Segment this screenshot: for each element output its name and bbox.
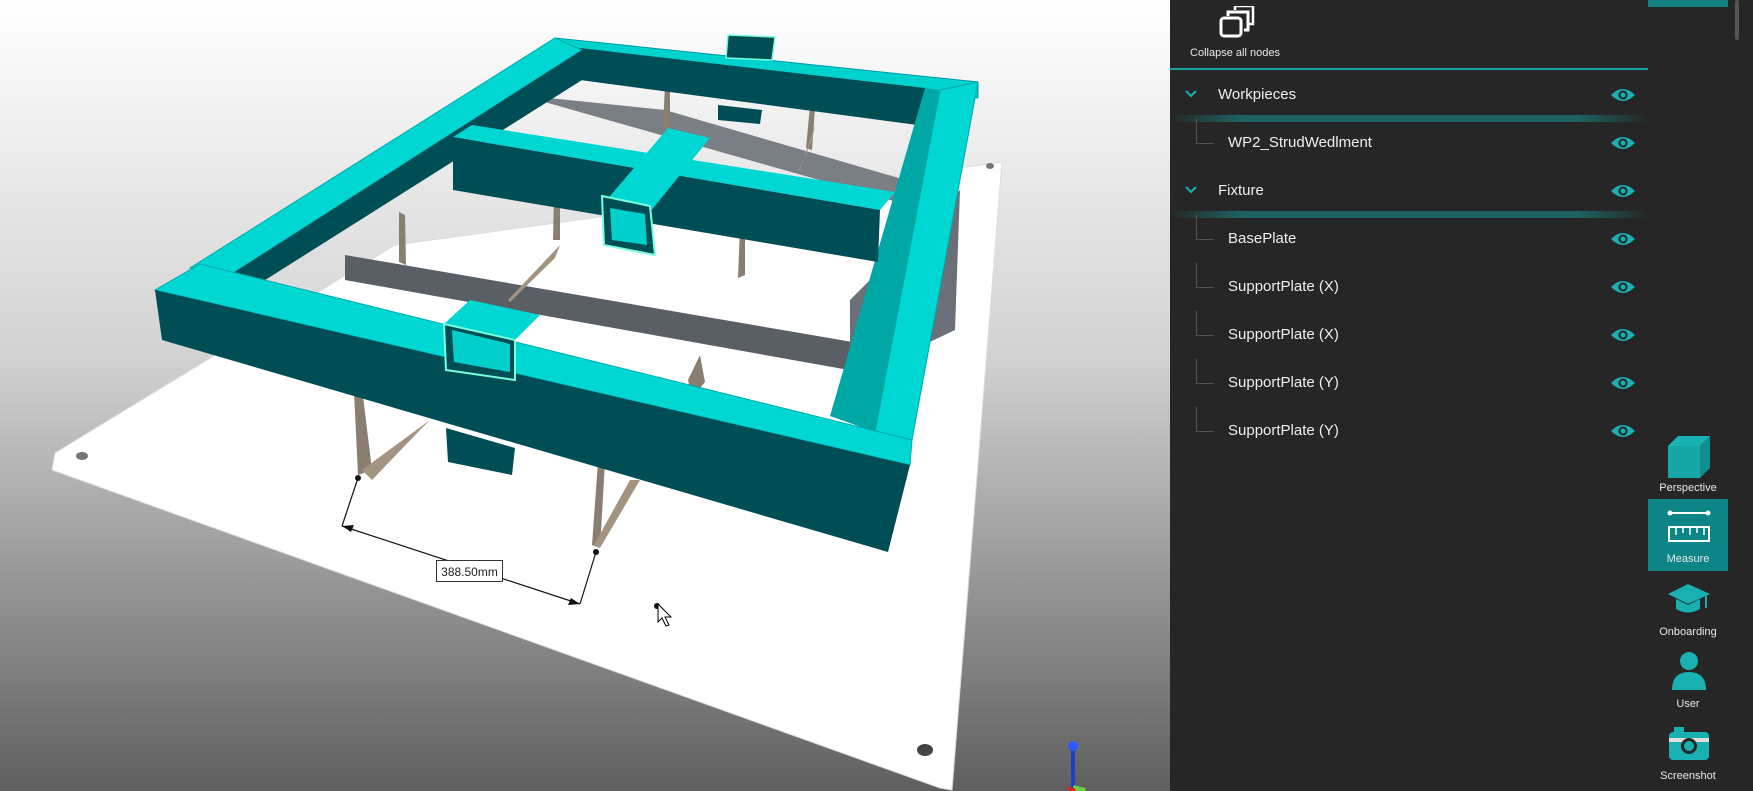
upright-post[interactable]	[725, 34, 776, 61]
tree-item-label: SupportPlate (X)	[1228, 278, 1339, 295]
tree-item-supportplate-y-2[interactable]: SupportPlate (Y)	[1170, 407, 1648, 455]
tree-item-baseplate[interactable]: BasePlate	[1170, 215, 1648, 263]
camera-icon	[1669, 727, 1709, 760]
chevron-down-icon[interactable]	[1184, 183, 1198, 197]
tree-item-label: WP2_StrudWedlment	[1228, 134, 1372, 151]
tree-group-label: Fixture	[1218, 182, 1264, 199]
measure-button[interactable]: Measure	[1648, 499, 1728, 571]
eye-icon[interactable]	[1610, 422, 1636, 440]
tree-item-supportplate-y-1[interactable]: SupportPlate (Y)	[1170, 359, 1648, 407]
screenshot-label: Screenshot	[1660, 770, 1716, 782]
scene-canvas[interactable]	[0, 0, 1170, 791]
right-toolbar: Perspective Measure Onboarding User Scre…	[1648, 0, 1728, 791]
user-label: User	[1676, 698, 1700, 710]
tree-item-wp2-strudwedlment[interactable]: WP2_StrudWedlment	[1170, 119, 1648, 167]
eye-icon[interactable]	[1610, 230, 1636, 248]
tree-item-label: SupportPlate (X)	[1228, 326, 1339, 343]
perspective-button[interactable]: Perspective	[1648, 428, 1728, 500]
panel-divider	[1170, 68, 1648, 70]
chevron-down-icon[interactable]	[1184, 87, 1198, 101]
eye-icon[interactable]	[1610, 182, 1636, 200]
tree-branch-line	[1196, 311, 1213, 336]
eye-icon[interactable]	[1610, 374, 1636, 392]
tree-group-fixture[interactable]: Fixture	[1170, 167, 1648, 218]
eye-icon[interactable]	[1610, 326, 1636, 344]
eye-icon[interactable]	[1610, 134, 1636, 152]
graduation-cap-icon	[1668, 584, 1710, 613]
support-plate[interactable]	[399, 212, 406, 265]
onboarding-label: Onboarding	[1659, 626, 1717, 638]
collapse-all-label: Collapse all nodes	[1190, 47, 1280, 59]
tree-group-workpieces[interactable]: Workpieces	[1170, 71, 1648, 122]
tree-branch-line	[1196, 215, 1213, 240]
measurement-label: 388.50mm	[436, 560, 503, 582]
onboarding-button[interactable]: Onboarding	[1648, 572, 1728, 644]
tree-item-supportplate-x-2[interactable]: SupportPlate (X)	[1170, 311, 1648, 359]
tree-group-label: Workpieces	[1218, 86, 1297, 103]
tree-item-label: SupportPlate (Y)	[1228, 422, 1339, 439]
collapse-icon	[1219, 4, 1255, 38]
tree-branch-line	[1196, 263, 1213, 288]
scrollbar-thumb[interactable]	[1735, 0, 1739, 40]
tree-branch-line	[1196, 119, 1213, 144]
tree-item-label: SupportPlate (Y)	[1228, 374, 1339, 391]
measure-label: Measure	[1666, 553, 1710, 565]
user-button[interactable]: User	[1648, 644, 1728, 716]
3d-viewport[interactable]: 388.50mm	[0, 0, 1170, 791]
base-plate-hole	[917, 744, 933, 756]
tree-branch-line	[1196, 407, 1213, 432]
tree-item-supportplate-x-1[interactable]: SupportPlate (X)	[1170, 263, 1648, 311]
base-plate-hole	[76, 452, 88, 460]
perspective-label: Perspective	[1659, 482, 1717, 494]
user-icon	[1672, 652, 1706, 690]
cube-icon	[1668, 436, 1710, 478]
eye-icon[interactable]	[1610, 278, 1636, 296]
tree-panel: Collapse all nodes Workpieces WP2_StrudW…	[1170, 0, 1648, 791]
collapse-all-button[interactable]: Collapse all nodes	[1185, 4, 1285, 62]
eye-icon[interactable]	[1610, 86, 1636, 104]
tree-branch-line	[1196, 359, 1213, 384]
tree-item-label: BasePlate	[1228, 230, 1297, 247]
toolbar-accent	[1648, 0, 1728, 7]
center-beam-end-inner	[610, 208, 647, 245]
ruler-icon	[1667, 510, 1711, 542]
base-plate-hole	[986, 163, 994, 169]
scrollbar[interactable]	[1728, 0, 1753, 791]
screenshot-button[interactable]: Screenshot	[1648, 716, 1728, 788]
